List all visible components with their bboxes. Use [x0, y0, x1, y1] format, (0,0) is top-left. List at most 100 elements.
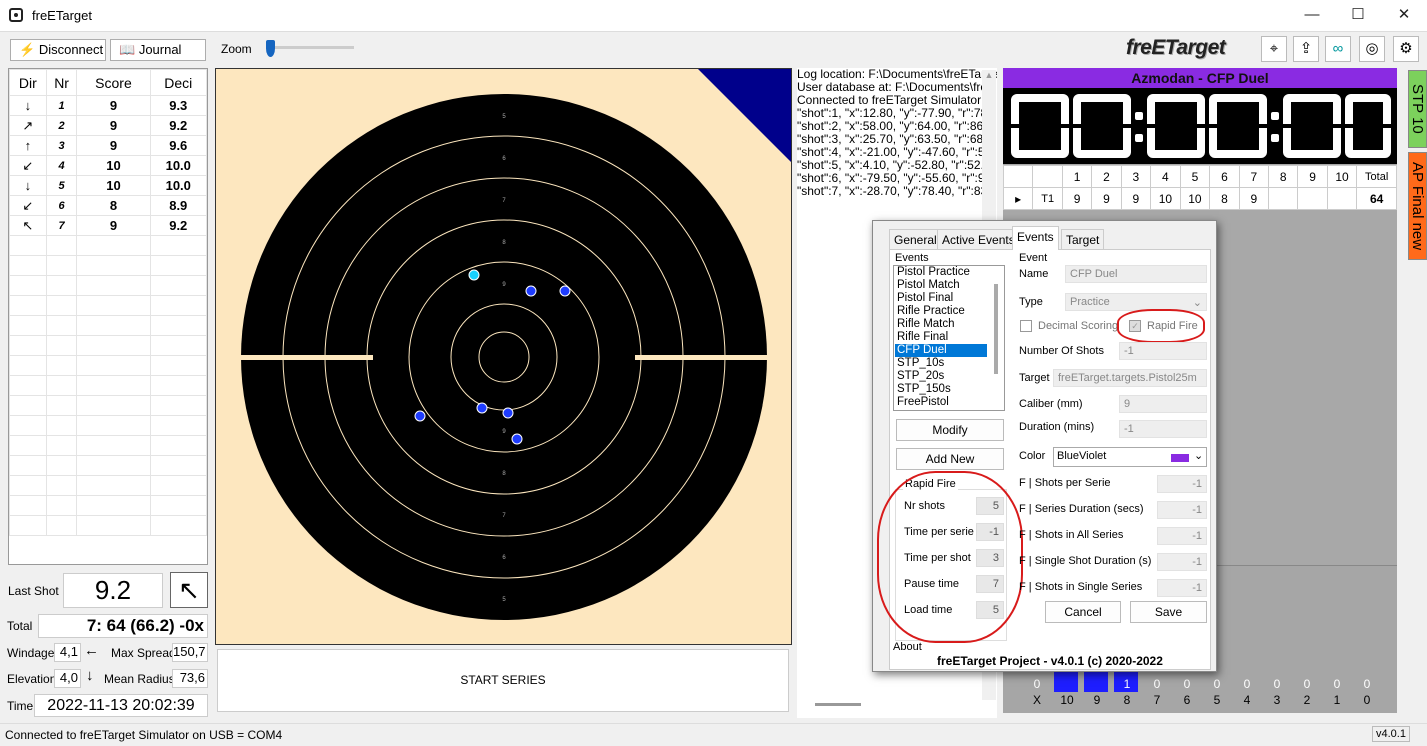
shot-deci: 9.6 [149, 135, 208, 156]
status-text: Connected to freETarget Simulator on USB… [5, 728, 283, 742]
series-col: 8 [1267, 165, 1299, 188]
settings-gear-icon[interactable]: ⚙ [1393, 36, 1419, 62]
f-series-duration-field[interactable]: -1 [1157, 501, 1207, 519]
total-label: Total [7, 619, 33, 633]
list-item-selected[interactable]: CFP Duel [895, 344, 987, 357]
shot-nr: 1 [45, 95, 78, 116]
list-item[interactable]: STP_20s [897, 370, 1004, 383]
histogram-count: 0 [1273, 677, 1281, 691]
table-row[interactable]: ↖ 7 9 9.2 [9, 215, 208, 236]
table-row[interactable]: ↓ 1 9 9.3 [9, 95, 208, 116]
cancel-button[interactable]: Cancel [1045, 601, 1121, 623]
target-icon[interactable]: ◎ [1359, 36, 1385, 62]
shot-impact[interactable] [502, 407, 514, 419]
list-item[interactable]: STP_10s [897, 357, 1004, 370]
scroll-up-icon[interactable]: ▲ [982, 70, 996, 80]
tab-stp-10[interactable]: STP 10 [1408, 70, 1427, 148]
shot-deci: 10.0 [149, 175, 208, 196]
shot-impact[interactable] [559, 285, 571, 297]
list-scrollbar-thumb[interactable] [994, 284, 998, 374]
f-series-duration-label: F | Series Duration (secs) [1019, 503, 1144, 515]
name-field[interactable]: CFP Duel [1065, 265, 1207, 283]
table-row[interactable]: ↙ 4 10 10.0 [9, 155, 208, 176]
f-shots-in-all-series-label: F | Shots in All Series [1019, 529, 1124, 541]
tab-events[interactable]: Events [1012, 226, 1059, 250]
tab-active-events[interactable]: Active Events [937, 229, 1020, 249]
list-item[interactable]: Pistol Match [897, 279, 1004, 292]
shot-impact[interactable] [525, 285, 537, 297]
crosshair-icon[interactable]: ⌖ [1261, 36, 1287, 62]
f-single-shot-duration-field[interactable]: -1 [1157, 553, 1207, 571]
number-of-shots-field[interactable]: -1 [1119, 342, 1207, 360]
modify-button[interactable]: Modify [896, 419, 1004, 441]
journal-button[interactable]: 📖 Journal [110, 39, 206, 61]
series-row-label: T1 [1032, 187, 1063, 210]
version-badge: v4.0.1 [1372, 726, 1410, 742]
histogram-label: 9 [1093, 693, 1101, 707]
tab-general[interactable]: General [889, 229, 942, 249]
save-button[interactable]: Save [1130, 601, 1207, 623]
settings-dialog: General Active Events Events Target Even… [872, 220, 1217, 672]
table-row[interactable]: ↗ 2 9 9.2 [9, 115, 208, 136]
target-select[interactable]: freETarget.targets.Pistol25m [1053, 369, 1207, 387]
list-item[interactable]: STP_150s [897, 383, 1004, 396]
tab-target[interactable]: Target [1061, 229, 1105, 249]
histogram-label: 8 [1123, 693, 1131, 707]
shot-nr: 7 [45, 215, 78, 236]
last-shot-impact[interactable] [468, 269, 480, 281]
log-hscroll-thumb[interactable] [815, 703, 861, 706]
series-value: 9 [1091, 187, 1122, 210]
f-shots-per-serie-field[interactable]: -1 [1157, 475, 1207, 493]
series-value [1297, 187, 1328, 210]
zoom-slider-thumb[interactable] [266, 40, 275, 57]
start-series-button[interactable]: START SERIES [217, 649, 789, 712]
list-item[interactable]: Pistol Final [897, 292, 1004, 305]
histogram-count: 1 [1123, 677, 1131, 691]
list-item[interactable]: Pistol Practice [897, 266, 1004, 279]
shot-impact[interactable] [476, 402, 488, 414]
events-listbox[interactable]: Pistol Practice Pistol Match Pistol Fina… [893, 265, 1005, 411]
table-row[interactable]: ↓ 5 10 10.0 [9, 175, 208, 196]
target-canvas[interactable]: 5 6 7 8 9 9 8 7 6 5 [215, 68, 792, 645]
decimal-scoring-checkbox[interactable] [1020, 320, 1032, 332]
disconnect-label: Disconnect [38, 42, 104, 57]
f-shots-in-single-series-field[interactable]: -1 [1157, 579, 1207, 597]
table-row[interactable]: ↑ 3 9 9.6 [9, 135, 208, 156]
color-select[interactable]: BlueViolet ⌄ [1053, 447, 1207, 467]
clock-colon [1271, 112, 1279, 120]
row-expand-icon[interactable]: ▸ [1002, 187, 1034, 210]
col-nr: Nr [45, 69, 78, 96]
shot-impact[interactable] [511, 433, 523, 445]
zoom-slider-track[interactable] [266, 46, 354, 49]
list-item[interactable]: Rifle Match [897, 318, 1004, 331]
histogram-count: 0 [1033, 677, 1041, 691]
histogram-count: 0 [1363, 677, 1371, 691]
zoom-label: Zoom [221, 42, 252, 56]
upload-icon[interactable]: ⇪ [1293, 36, 1319, 62]
series-col: Total [1356, 165, 1397, 188]
tab-ap-final-new[interactable]: AP Final new [1408, 152, 1427, 260]
last-shot-value: 9.2 [63, 573, 163, 608]
mean-radius-label: Mean Radius [104, 672, 175, 686]
annotation-circle [1117, 309, 1205, 343]
close-button[interactable]: ✕ [1381, 0, 1427, 32]
list-item[interactable]: Rifle Practice [897, 305, 1004, 318]
add-new-button[interactable]: Add New [896, 448, 1004, 470]
histogram-count: 0 [1333, 677, 1341, 691]
decimal-scoring-label: Decimal Scoring [1038, 320, 1119, 332]
arduino-icon[interactable]: ∞ [1325, 36, 1351, 62]
minimize-button[interactable]: — [1289, 0, 1335, 32]
f-shots-in-all-series-field[interactable]: -1 [1157, 527, 1207, 545]
color-swatch [1171, 454, 1189, 462]
type-select[interactable]: Practice ⌄ [1065, 293, 1207, 311]
list-item[interactable]: Rifle Final [897, 331, 1004, 344]
plug-icon: ⚡ [19, 42, 36, 57]
maximize-button[interactable]: ☐ [1335, 0, 1381, 32]
disconnect-button[interactable]: ⚡ Disconnect [10, 39, 106, 61]
duration-field[interactable]: -1 [1119, 420, 1207, 438]
histogram-label: 4 [1243, 693, 1251, 707]
table-row[interactable]: ↙ 6 8 8.9 [9, 195, 208, 216]
shot-impact[interactable] [414, 410, 426, 422]
list-item[interactable]: FreePistol [897, 396, 1004, 409]
caliber-field[interactable]: 9 [1119, 395, 1207, 413]
